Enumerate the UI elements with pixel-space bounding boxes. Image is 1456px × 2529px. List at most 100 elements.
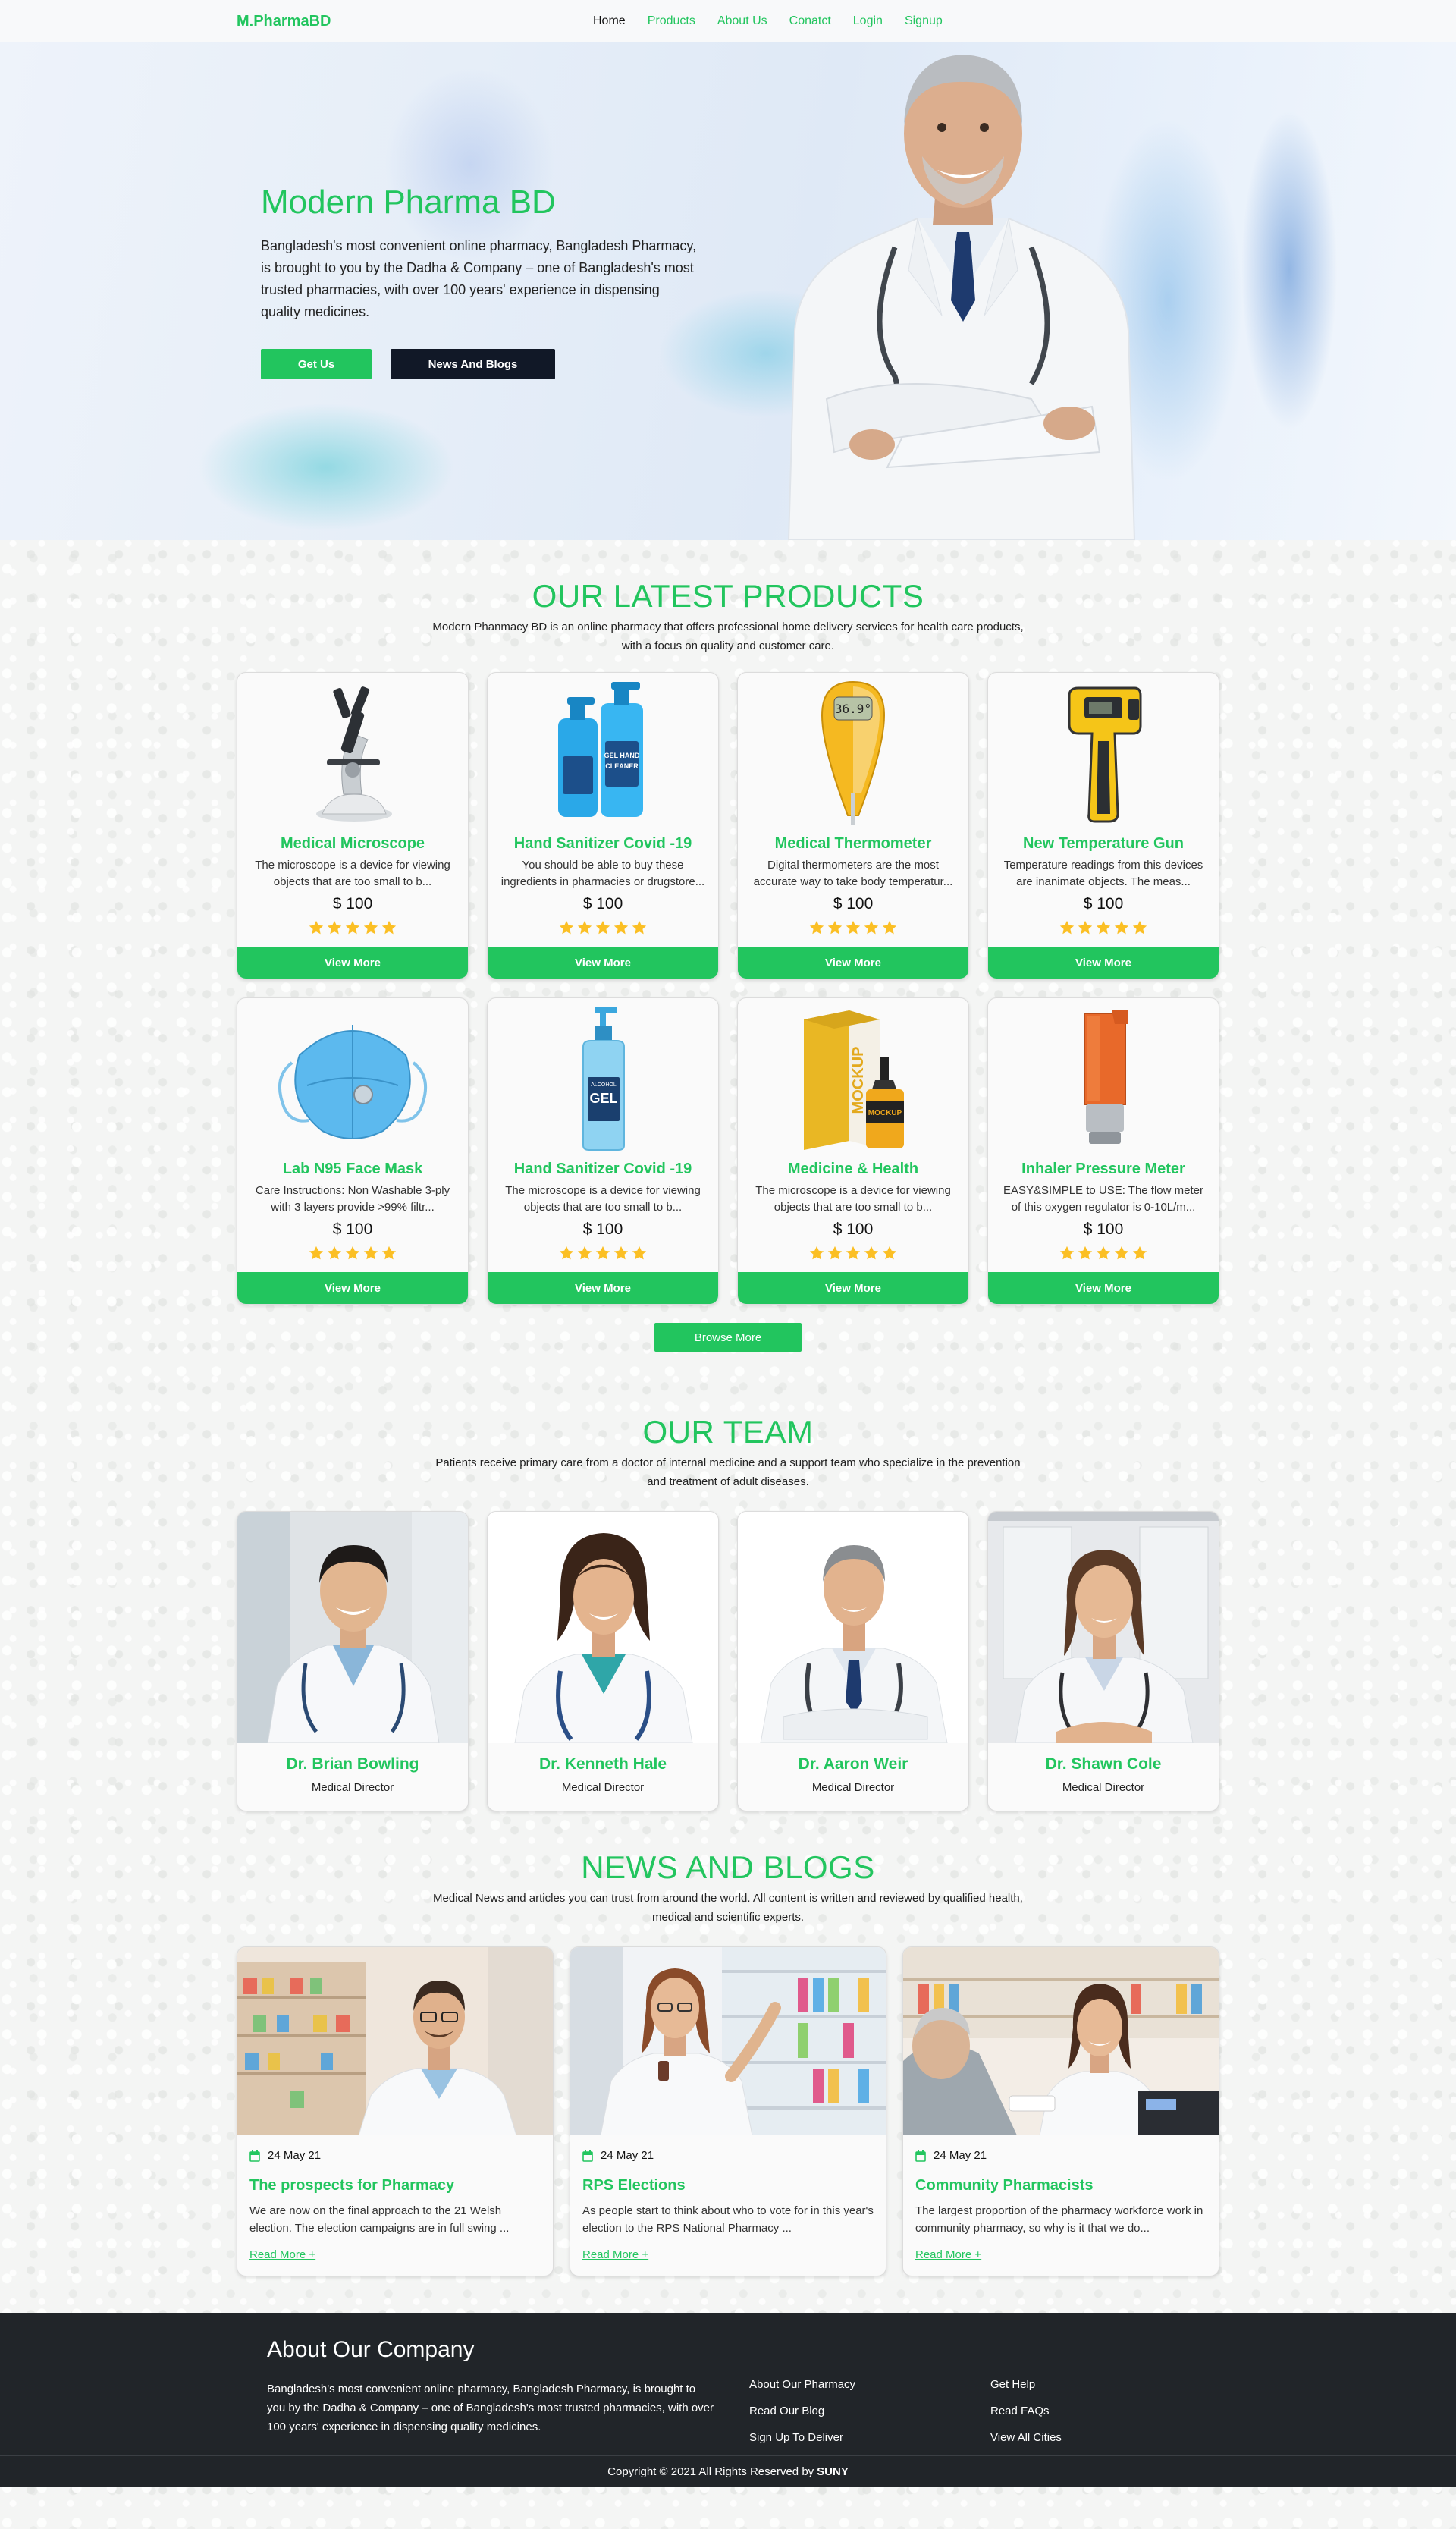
product-card: GEL HAND CLEANER Hand Sanitizer Covid -1… <box>487 672 719 979</box>
news-excerpt: The largest proportion of the pharmacy w… <box>915 2204 1203 2235</box>
star-icon <box>1096 920 1111 935</box>
product-grid: Medical Microscope The microscope is a d… <box>237 672 1219 1305</box>
footer-about-text: Bangladesh's most convenient online phar… <box>267 2383 714 2433</box>
rating-stars <box>500 919 706 936</box>
product-description: Temperature readings from this devices a… <box>1003 859 1203 888</box>
footer-link-sign-up-deliver[interactable]: Sign Up To Deliver <box>749 2431 990 2444</box>
footer-link-read-faqs[interactable]: Read FAQs <box>990 2405 1232 2417</box>
nav-products[interactable]: Products <box>648 14 695 28</box>
star-icon <box>363 1246 378 1260</box>
footer-link-get-help[interactable]: Get Help <box>990 2378 1232 2391</box>
product-name[interactable]: Medical Microscope <box>249 835 456 853</box>
star-icon <box>1096 1246 1111 1260</box>
product-card: Inhaler Pressure Meter EASY&SIMPLE to US… <box>987 997 1219 1305</box>
nav-home[interactable]: Home <box>593 14 626 28</box>
product-card: MOCKUP MOCKUP Medicine & Health The micr… <box>737 997 969 1305</box>
calendar-icon <box>915 2150 926 2162</box>
product-name[interactable]: New Temperature Gun <box>1000 835 1207 853</box>
products-subtitle: Modern Phanmacy BD is an online pharmacy… <box>432 620 1024 652</box>
browse-more-button[interactable]: Browse More <box>654 1323 802 1352</box>
news-title-text[interactable]: RPS Elections <box>582 2177 874 2194</box>
product-name[interactable]: Inhaler Pressure Meter <box>1000 1161 1207 1178</box>
view-more-button[interactable]: View More <box>738 1272 968 1304</box>
star-icon <box>309 1246 324 1260</box>
product-description: Digital thermometers are the most accura… <box>753 859 953 888</box>
star-icon <box>363 920 378 935</box>
star-icon <box>327 920 342 935</box>
product-image: GEL HAND CLEANER <box>488 673 718 832</box>
news-date: 24 May 21 <box>915 2149 1207 2162</box>
read-more-link[interactable]: Read More + <box>915 2248 981 2261</box>
view-more-button[interactable]: View More <box>237 1272 468 1304</box>
product-image: MOCKUP MOCKUP <box>738 998 968 1158</box>
news-subtitle: Medical News and articles you can trust … <box>433 1892 1023 1924</box>
view-more-button[interactable]: View More <box>988 947 1219 979</box>
footer-link-about-pharmacy[interactable]: About Our Pharmacy <box>749 2378 990 2391</box>
brand-logo[interactable]: M.PharmaBD <box>237 13 593 30</box>
product-price: $ 100 <box>833 895 874 913</box>
calendar-icon <box>249 2150 260 2162</box>
product-price: $ 100 <box>582 1221 623 1238</box>
read-more-link[interactable]: Read More + <box>582 2248 648 2261</box>
view-more-button[interactable]: View More <box>988 1272 1219 1304</box>
mockup-label-bottle: MOCKUP <box>868 1109 902 1117</box>
team-card: Dr. Brian Bowling Medical Director <box>237 1511 469 1811</box>
news-card: 24 May 21 RPS Elections As people start … <box>570 1946 886 2276</box>
star-icon <box>559 1246 574 1260</box>
inhaler-icon <box>1084 1010 1128 1144</box>
news-title-text[interactable]: Community Pharmacists <box>915 2177 1207 2194</box>
footer-link-read-blog[interactable]: Read Our Blog <box>749 2405 990 2417</box>
star-icon <box>1078 920 1093 935</box>
thermometer-icon: 36.9° <box>821 680 886 825</box>
team-card: Dr. Aaron Weir Medical Director <box>737 1511 969 1811</box>
mockup-label-box: MOCKUP <box>850 1046 867 1114</box>
face-mask-icon <box>278 1025 427 1139</box>
view-more-button[interactable]: View More <box>237 947 468 979</box>
footer-copyright: Copyright © 2021 All Rights Reserved by … <box>0 2455 1456 2487</box>
view-more-button[interactable]: View More <box>738 947 968 979</box>
rating-stars <box>750 1245 956 1261</box>
nav-contact[interactable]: Conatct <box>789 14 831 28</box>
product-price: $ 100 <box>1083 1221 1124 1238</box>
news-date: 24 May 21 <box>582 2149 874 2162</box>
news-date-text: 24 May 21 <box>934 2149 987 2162</box>
product-price: $ 100 <box>332 1221 373 1238</box>
news-title: NEWS AND BLOGS <box>581 1849 875 1885</box>
read-more-link[interactable]: Read More + <box>249 2248 315 2261</box>
news-date-text: 24 May 21 <box>268 2149 322 2162</box>
news-excerpt: As people start to think about who to vo… <box>582 2204 874 2235</box>
star-icon <box>381 920 397 935</box>
product-description: The microscope is a device for viewing o… <box>505 1184 701 1214</box>
product-name[interactable]: Medicine & Health <box>750 1161 956 1178</box>
doctor-name[interactable]: Dr. Brian Bowling <box>237 1755 468 1773</box>
star-icon <box>632 1246 647 1260</box>
nav-login[interactable]: Login <box>853 14 883 28</box>
view-more-button[interactable]: View More <box>488 947 718 979</box>
product-name[interactable]: Hand Sanitizer Covid -19 <box>500 835 706 853</box>
nav-signup[interactable]: Signup <box>905 14 943 28</box>
footer-link-view-cities[interactable]: View All Cities <box>990 2431 1232 2444</box>
team-subtitle: Patients receive primary care from a doc… <box>435 1456 1021 1488</box>
product-name[interactable]: Hand Sanitizer Covid -19 <box>500 1161 706 1178</box>
product-name[interactable]: Medical Thermometer <box>750 835 956 853</box>
footer-links-col-1: About Our Pharmacy Read Our Blog Sign Up… <box>749 2337 990 2458</box>
product-price: $ 100 <box>582 895 623 913</box>
team-card: Dr. Kenneth Hale Medical Director <box>487 1511 719 1811</box>
nav-about-us[interactable]: About Us <box>717 14 767 28</box>
team-section: OUR TEAM Patients receive primary care f… <box>0 1352 1456 1811</box>
product-description: The microscope is a device for viewing o… <box>755 1184 951 1214</box>
rating-stars <box>249 1245 456 1261</box>
view-more-button[interactable]: View More <box>488 1272 718 1304</box>
product-description: Care Instructions: Non Washable 3-ply wi… <box>255 1184 450 1214</box>
product-image: 36.9° <box>738 673 968 832</box>
calendar-icon <box>582 2150 593 2162</box>
product-name[interactable]: Lab N95 Face Mask <box>249 1161 456 1178</box>
doctor-name[interactable]: Dr. Aaron Weir <box>738 1755 968 1773</box>
doctor-name[interactable]: Dr. Shawn Cole <box>988 1755 1219 1773</box>
news-title-text[interactable]: The prospects for Pharmacy <box>249 2177 541 2194</box>
doctor-name[interactable]: Dr. Kenneth Hale <box>488 1755 718 1773</box>
news-and-blogs-button[interactable]: News And Blogs <box>391 349 555 379</box>
star-icon <box>345 920 360 935</box>
get-us-button[interactable]: Get Us <box>261 349 372 379</box>
star-icon <box>559 920 574 935</box>
